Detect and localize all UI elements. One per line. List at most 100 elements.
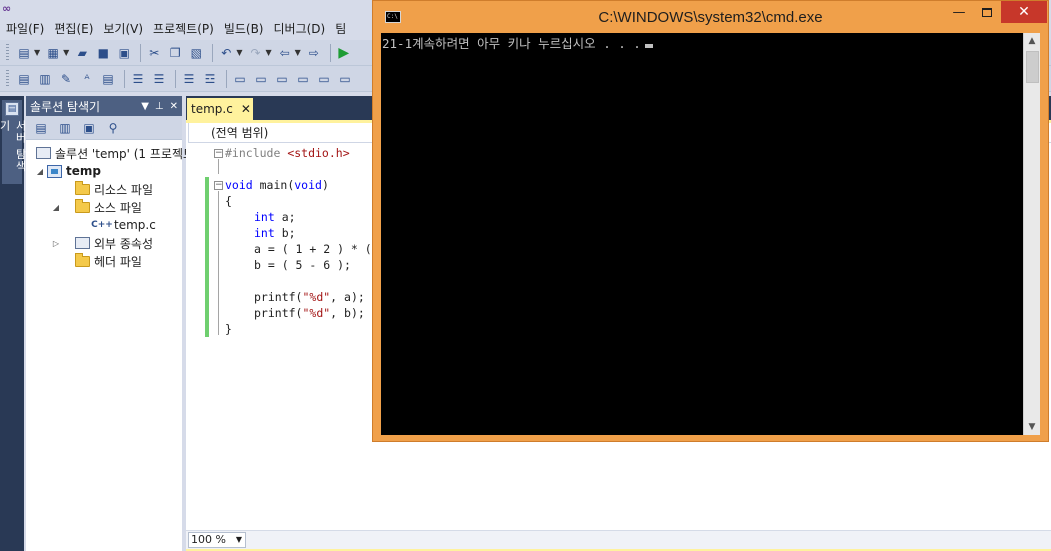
tab-temp-c[interactable]: temp.c ✕ bbox=[187, 98, 253, 120]
menu-team[interactable]: 팀 bbox=[333, 18, 354, 40]
scroll-down-icon[interactable]: ▼ bbox=[1024, 419, 1040, 435]
close-icon[interactable]: ✕ bbox=[170, 101, 178, 112]
toolbar-grip[interactable] bbox=[6, 69, 9, 88]
undo-icon[interactable]: ↶ bbox=[217, 44, 235, 62]
toolbar-divider bbox=[124, 69, 125, 88]
change-tracking-bar bbox=[205, 177, 209, 337]
solution-tree: 솔루션 'temp' (1 프로젝트) ◢ temp 리소스 파일 ◢ 소스 파… bbox=[26, 140, 199, 270]
tree-item-project[interactable]: ◢ temp bbox=[26, 162, 182, 180]
toolbar-grip[interactable] bbox=[6, 43, 9, 62]
redo-icon[interactable]: ↷ bbox=[246, 44, 264, 62]
chevron-down-icon[interactable]: ▼ bbox=[236, 533, 242, 547]
toolbar-divider bbox=[212, 43, 214, 62]
navigate-forward-icon[interactable]: ⇨ bbox=[305, 44, 323, 62]
close-icon[interactable]: ✕ bbox=[1001, 1, 1047, 23]
copy-icon[interactable]: ❐ bbox=[166, 44, 184, 62]
code-line-10: printf("%d", a); bbox=[254, 289, 365, 305]
collapse-icon[interactable]: − bbox=[214, 149, 223, 158]
solution-icon bbox=[36, 146, 51, 160]
decrease-indent-icon[interactable]: ☰ bbox=[129, 70, 147, 88]
collapse-icon[interactable]: − bbox=[214, 181, 223, 190]
paste-icon[interactable]: ▧ bbox=[187, 44, 205, 62]
code-line-8: b = ( 5 - 6 ); bbox=[254, 258, 351, 272]
menu-project[interactable]: 프로젝트(P) bbox=[151, 18, 222, 40]
increase-indent-icon[interactable]: ☰ bbox=[150, 70, 168, 88]
next-bookmark-icon[interactable]: ▭ bbox=[273, 70, 291, 88]
properties-icon[interactable]: ▤ bbox=[32, 119, 50, 137]
minimize-icon[interactable]: — bbox=[945, 1, 973, 23]
comment-icon[interactable]: ☰ bbox=[180, 70, 198, 88]
menu-view[interactable]: 보기(V) bbox=[101, 18, 151, 40]
open-file-icon[interactable]: ▰ bbox=[73, 44, 91, 62]
tree-item-resource-files[interactable]: 리소스 파일 bbox=[26, 180, 182, 198]
clear-bookmarks-icon[interactable]: ▭ bbox=[336, 70, 354, 88]
object-members-icon[interactable]: ▤ bbox=[15, 70, 33, 88]
pin-icon[interactable]: ⊥ bbox=[155, 101, 164, 112]
tree-item-source-files[interactable]: ◢ 소스 파일 bbox=[26, 198, 182, 216]
keyword-token: void bbox=[225, 178, 253, 192]
previous-bookmark-folder-icon[interactable]: ▭ bbox=[294, 70, 312, 88]
cmd-window: C:\ C:\WINDOWS\system32\cmd.exe — ✕ 21-1… bbox=[372, 0, 1049, 442]
server-explorer-tab[interactable]: ▤ 서버 탐색기 bbox=[0, 100, 27, 184]
collapsed-arrow-icon[interactable]: ▷ bbox=[50, 239, 62, 248]
start-debugging-icon[interactable]: ▶ bbox=[335, 44, 353, 62]
chevron-down-icon[interactable]: ▼ bbox=[236, 48, 242, 57]
save-all-icon[interactable]: ▣ bbox=[115, 44, 133, 62]
chevron-down-icon[interactable]: ▼ bbox=[295, 48, 301, 57]
menu-edit[interactable]: 편집(E) bbox=[52, 18, 101, 40]
keyword-token: int bbox=[254, 210, 275, 224]
quick-info-icon[interactable]: ✎ bbox=[57, 70, 75, 88]
zoom-dropdown[interactable]: 100 % ▼ bbox=[188, 532, 246, 548]
tree-label-temp-c: temp.c bbox=[114, 218, 156, 232]
tree-item-temp-c[interactable]: C++ temp.c bbox=[26, 216, 182, 234]
show-all-files-icon[interactable]: ▥ bbox=[56, 119, 74, 137]
tree-item-header-files[interactable]: 헤더 파일 bbox=[26, 252, 182, 270]
code-text: a; bbox=[274, 210, 296, 224]
menu-file[interactable]: 파일(F) bbox=[4, 18, 52, 40]
tree-item-external-deps[interactable]: ▷ 외부 종속성 bbox=[26, 234, 182, 252]
expanded-arrow-icon[interactable]: ◢ bbox=[50, 203, 62, 212]
menu-build[interactable]: 빌드(B) bbox=[222, 18, 272, 40]
chevron-down-icon[interactable]: ▼ bbox=[265, 48, 271, 57]
code-line-5: int a; bbox=[254, 209, 296, 225]
scroll-up-icon[interactable]: ▲ bbox=[1024, 33, 1040, 49]
tree-item-solution[interactable]: 솔루션 'temp' (1 프로젝트) bbox=[26, 144, 199, 162]
chevron-down-icon[interactable]: ▼ bbox=[141, 101, 149, 112]
navigate-backward-icon[interactable]: ⇦ bbox=[276, 44, 294, 62]
maximize-icon[interactable] bbox=[973, 1, 1001, 23]
toggle-bookmark-icon[interactable]: ▭ bbox=[231, 70, 249, 88]
toolbar-divider bbox=[175, 69, 176, 88]
code-line-3: void main(void) bbox=[225, 177, 329, 193]
folder-open-icon bbox=[74, 198, 90, 214]
chevron-down-icon[interactable]: ▼ bbox=[34, 48, 40, 57]
save-icon[interactable]: ■ bbox=[94, 44, 112, 62]
complete-word-icon[interactable]: ᴬ bbox=[78, 70, 96, 88]
next-bookmark-folder-icon[interactable]: ▭ bbox=[315, 70, 333, 88]
uncomment-icon[interactable]: ☲ bbox=[201, 70, 219, 88]
console-area[interactable]: 21-1계속하려면 아무 키나 누르십시오 . . . ▲ ▼ bbox=[381, 33, 1040, 435]
keyword-token: void bbox=[294, 178, 322, 192]
display-word-icon[interactable]: ▤ bbox=[99, 70, 117, 88]
parameter-info-icon[interactable]: ▥ bbox=[36, 70, 54, 88]
previous-bookmark-icon[interactable]: ▭ bbox=[252, 70, 270, 88]
menu-debug[interactable]: 디버그(D) bbox=[272, 18, 334, 40]
add-item-icon[interactable]: ▦ bbox=[44, 44, 62, 62]
zoom-level: 100 % bbox=[191, 533, 226, 546]
cmd-title-bar[interactable]: C:\ C:\WINDOWS\system32\cmd.exe — ✕ bbox=[373, 1, 1048, 33]
vs-logo-icon: ∞ bbox=[2, 2, 12, 15]
cut-icon[interactable]: ✂ bbox=[145, 44, 163, 62]
refresh-icon[interactable]: ▣ bbox=[80, 119, 98, 137]
chevron-down-icon[interactable]: ▼ bbox=[63, 48, 69, 57]
view-class-diagram-icon[interactable]: ⚲ bbox=[104, 119, 122, 137]
project-icon bbox=[46, 164, 62, 178]
scrollbar-thumb[interactable] bbox=[1026, 51, 1039, 83]
include-path: <stdio.h> bbox=[280, 146, 350, 160]
expanded-arrow-icon[interactable]: ◢ bbox=[34, 167, 46, 176]
new-project-icon[interactable]: ▤ bbox=[15, 44, 33, 62]
tree-label-header-files: 헤더 파일 bbox=[94, 254, 142, 269]
code-text: printf( bbox=[254, 290, 303, 304]
console-output-line: 21-1계속하려면 아무 키나 누르십시오 . . . bbox=[382, 36, 641, 51]
code-line-6: int b; bbox=[254, 225, 296, 241]
vertical-scrollbar[interactable]: ▲ ▼ bbox=[1023, 33, 1040, 435]
close-icon[interactable]: ✕ bbox=[241, 102, 251, 116]
